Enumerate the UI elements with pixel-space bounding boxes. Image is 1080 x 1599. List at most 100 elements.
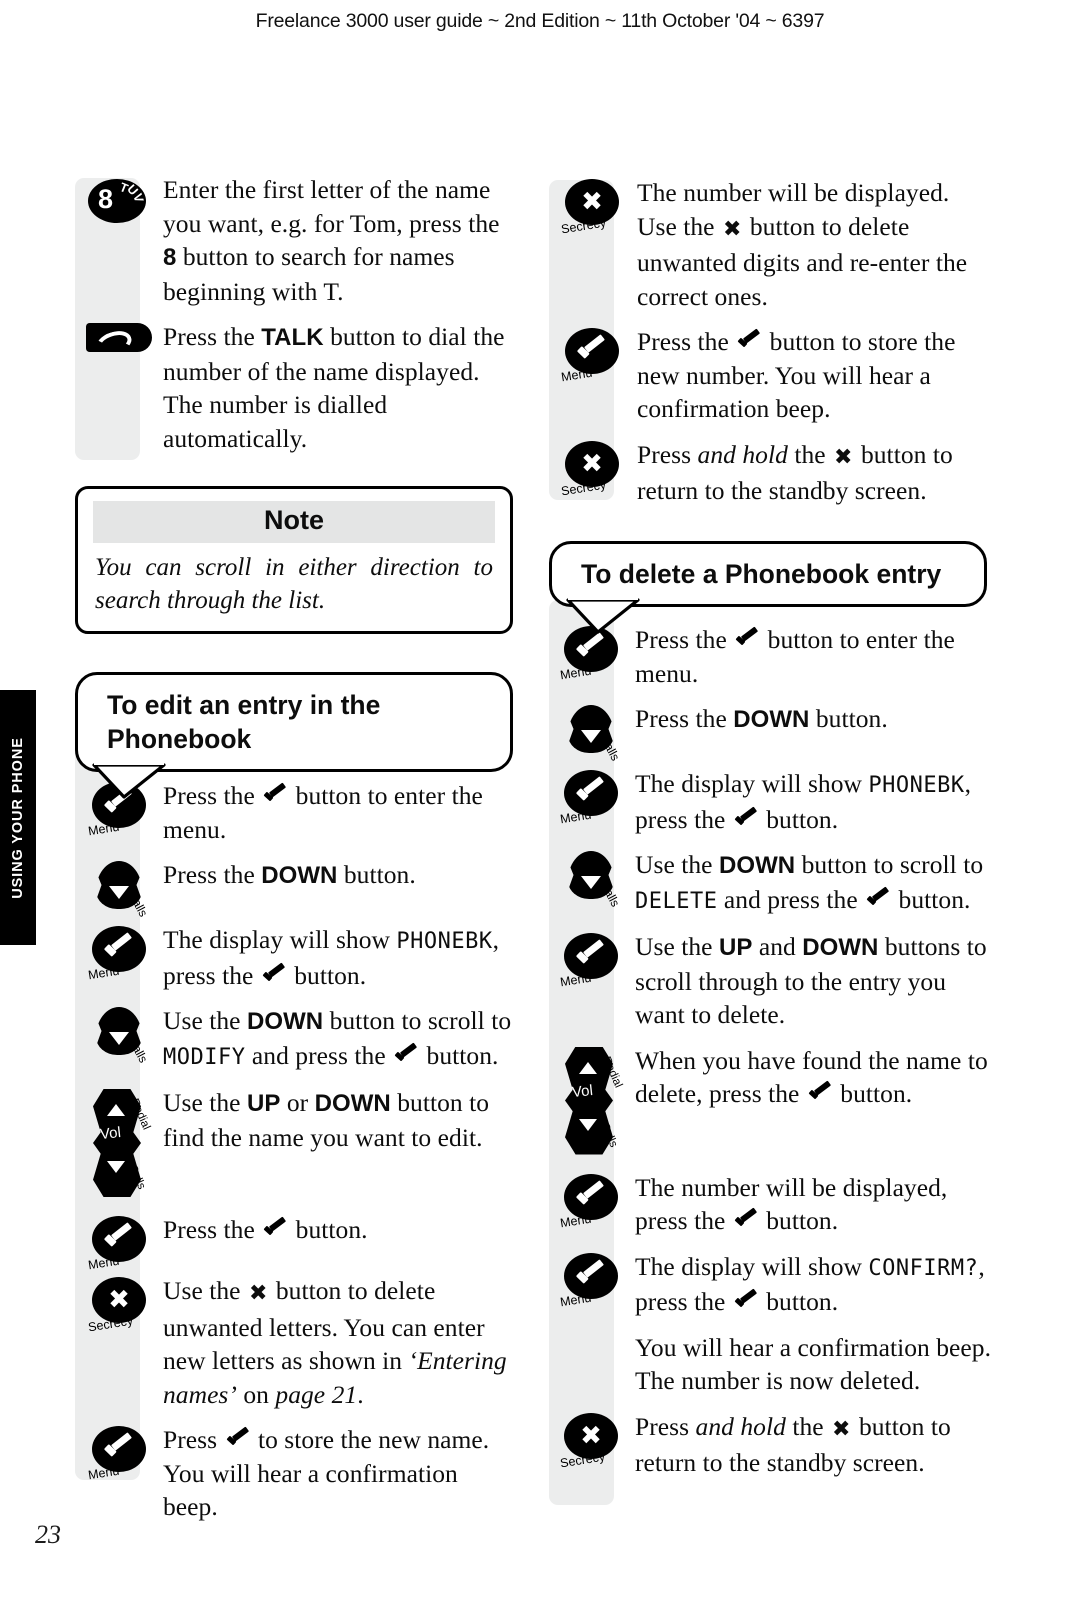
tick-glyph-icon — [105, 1227, 133, 1249]
emphasis-bold: DOWN — [261, 862, 338, 889]
down-calls-key-icon: Calls — [564, 705, 623, 763]
up-arrow-icon — [107, 1104, 125, 1116]
display-text: PHONEBK — [868, 773, 965, 798]
emphasis-italic: and hold — [697, 439, 788, 469]
step-key-icon: Menu — [547, 1249, 635, 1309]
menu-key-caption: Menu — [87, 1463, 121, 1483]
down-calls-key-icon: Calls — [92, 861, 151, 919]
body-text: The display will show — [635, 1251, 869, 1281]
calls-key-caption: Calls — [125, 889, 151, 920]
tick-glyph-icon — [263, 786, 287, 806]
note-box: Note You can scroll in either direction … — [75, 486, 513, 634]
step-key-icon — [75, 319, 163, 353]
body-text: and press the — [717, 884, 865, 914]
instruction-step: Calls Press the DOWN button. — [547, 701, 992, 763]
step-text: The number will be displayed. Use the ✖ … — [637, 175, 992, 313]
calls-key-caption: Calls — [125, 1035, 151, 1066]
body-text: and press the — [245, 1040, 393, 1070]
display-text: MODIFY — [163, 1044, 246, 1070]
step-text: Use the UP or DOWN button to find the na… — [163, 1085, 515, 1154]
step-key-icon: Menu — [547, 324, 637, 384]
body-text: button. — [833, 1079, 913, 1108]
step-text: Use the DOWN button to scroll to MODIFY … — [163, 1003, 515, 1074]
step-key-icon: Menu — [75, 922, 163, 982]
instruction-step: Menu The display will show PHONEBK, press… — [547, 766, 992, 836]
body-text: Use the — [163, 1006, 247, 1035]
instruction-step: Menu Press to store the new name. You wil… — [75, 1422, 515, 1524]
emphasis-bold: UP — [718, 934, 753, 961]
menu-tick-key-icon: Menu — [559, 933, 618, 989]
step-key-icon: 8TUV — [75, 172, 163, 226]
step-text: Press to store the new name. You will he… — [163, 1422, 515, 1524]
talk-key-icon — [86, 323, 152, 353]
note-title: Note — [93, 501, 495, 543]
emphasis-italic: page 21 — [275, 1379, 358, 1409]
step-text: Use the UP and DOWN buttons to scroll th… — [635, 929, 992, 1032]
instruction-step: Vol Redial Calls When you have found the na… — [547, 1043, 992, 1159]
down-calls-key-icon: Calls — [564, 851, 623, 909]
menu-key-caption: Menu — [559, 807, 593, 827]
callout-edit-entry-label: To edit an entry in the Phonebook — [107, 690, 381, 754]
left-steps-top: 8 T U V Enter the first letter of the name y… — [75, 172, 515, 455]
instruction-step: Menu Use the UP and DOWN buttons to scrol… — [547, 929, 992, 1032]
step-text: Press the DOWN button. — [163, 857, 416, 893]
body-text: button to scroll to — [795, 850, 984, 879]
body-text: Press — [635, 1411, 696, 1441]
callout-tail-icon — [92, 759, 166, 799]
vol-label: Vol — [571, 1081, 594, 1101]
x-glyph-icon: ✖ — [722, 216, 742, 242]
step-text: Press the TALK button to dial the number… — [163, 319, 515, 455]
step-text: When you have found the name to delete, … — [635, 1043, 992, 1111]
step-text: Use the DOWN button to scroll to DELETE … — [635, 847, 992, 918]
body-text: button. — [759, 804, 839, 834]
body-text: or — [280, 1088, 315, 1117]
body-text: button. — [289, 1215, 368, 1244]
body-text: You will hear a confirmation beep. The n… — [635, 1332, 992, 1396]
no-icon-spacer — [564, 1334, 618, 1335]
key-digit-label: 8 — [98, 184, 114, 214]
step-text: Press and hold the ✖ button to return to… — [637, 437, 992, 508]
step-key-icon: ✖ Secrecy — [75, 1273, 163, 1334]
body-text: Press the — [163, 781, 262, 810]
body-text: The display will show — [163, 925, 397, 954]
body-text: Press the — [163, 1215, 262, 1244]
instruction-step: Menu Press the button to store the new nu… — [547, 324, 992, 426]
body-text: on — [236, 1379, 276, 1409]
callout-delete-entry: To delete a Phonebook entry — [549, 541, 987, 634]
side-tab-label: USING YOUR PHONE — [10, 736, 26, 899]
step-key-icon: Calls — [75, 857, 163, 919]
instruction-step: Calls Use the DOWN button to scroll to DE… — [547, 847, 992, 918]
step-key-icon: Menu — [547, 929, 635, 989]
body-text: Use the — [635, 932, 719, 961]
instruction-step: 8 T U V Enter the first letter of the name y… — [75, 172, 515, 308]
tick-glyph-icon — [226, 1430, 250, 1450]
tick-glyph-icon — [737, 332, 761, 352]
tick-glyph-icon — [105, 937, 133, 959]
body-text: button. — [759, 1206, 839, 1235]
body-text: button. — [287, 960, 367, 990]
calls-key-caption: Calls — [597, 733, 623, 764]
secrecy-x-key-icon: ✖ Secrecy — [559, 1412, 618, 1470]
body-text: and — [752, 932, 803, 961]
body-text: button. — [759, 1287, 839, 1316]
right-column-lower: Menu Press the button to enter the menu. C… — [547, 622, 992, 1491]
step-text: The display will show CONFIRM?, press th… — [635, 1249, 992, 1319]
body-text: Press — [163, 1425, 224, 1454]
up-arrow-icon — [579, 1061, 597, 1074]
vol-label: Vol — [99, 1123, 122, 1144]
instruction-step: Vol Redial Calls Use the UP or DOWN button … — [75, 1085, 515, 1201]
tick-glyph-icon — [394, 1046, 418, 1066]
secrecy-x-key-icon: ✖ Secrecy — [560, 440, 619, 498]
left-column: 8 T U V Enter the first letter of the name y… — [75, 172, 515, 466]
emphasis-bold: DOWN — [802, 934, 879, 961]
instruction-step: ✖ Secrecy The number will be displayed. Us… — [547, 175, 992, 313]
step-key-icon: Calls — [547, 847, 635, 909]
calls-key-caption: Calls — [597, 879, 623, 910]
down-calls-key-icon: Calls — [92, 1007, 151, 1065]
body-text: Enter the first letter of the name you w… — [163, 175, 500, 238]
x-glyph-icon: ✖ — [834, 444, 853, 470]
right-steps-top: ✖ Secrecy The number will be displayed. Us… — [547, 175, 992, 508]
menu-key-caption: Menu — [559, 1290, 593, 1309]
note-body: You can scroll in either direction to se… — [95, 554, 493, 614]
step-text: You will hear a confirmation beep. The n… — [635, 1330, 992, 1398]
